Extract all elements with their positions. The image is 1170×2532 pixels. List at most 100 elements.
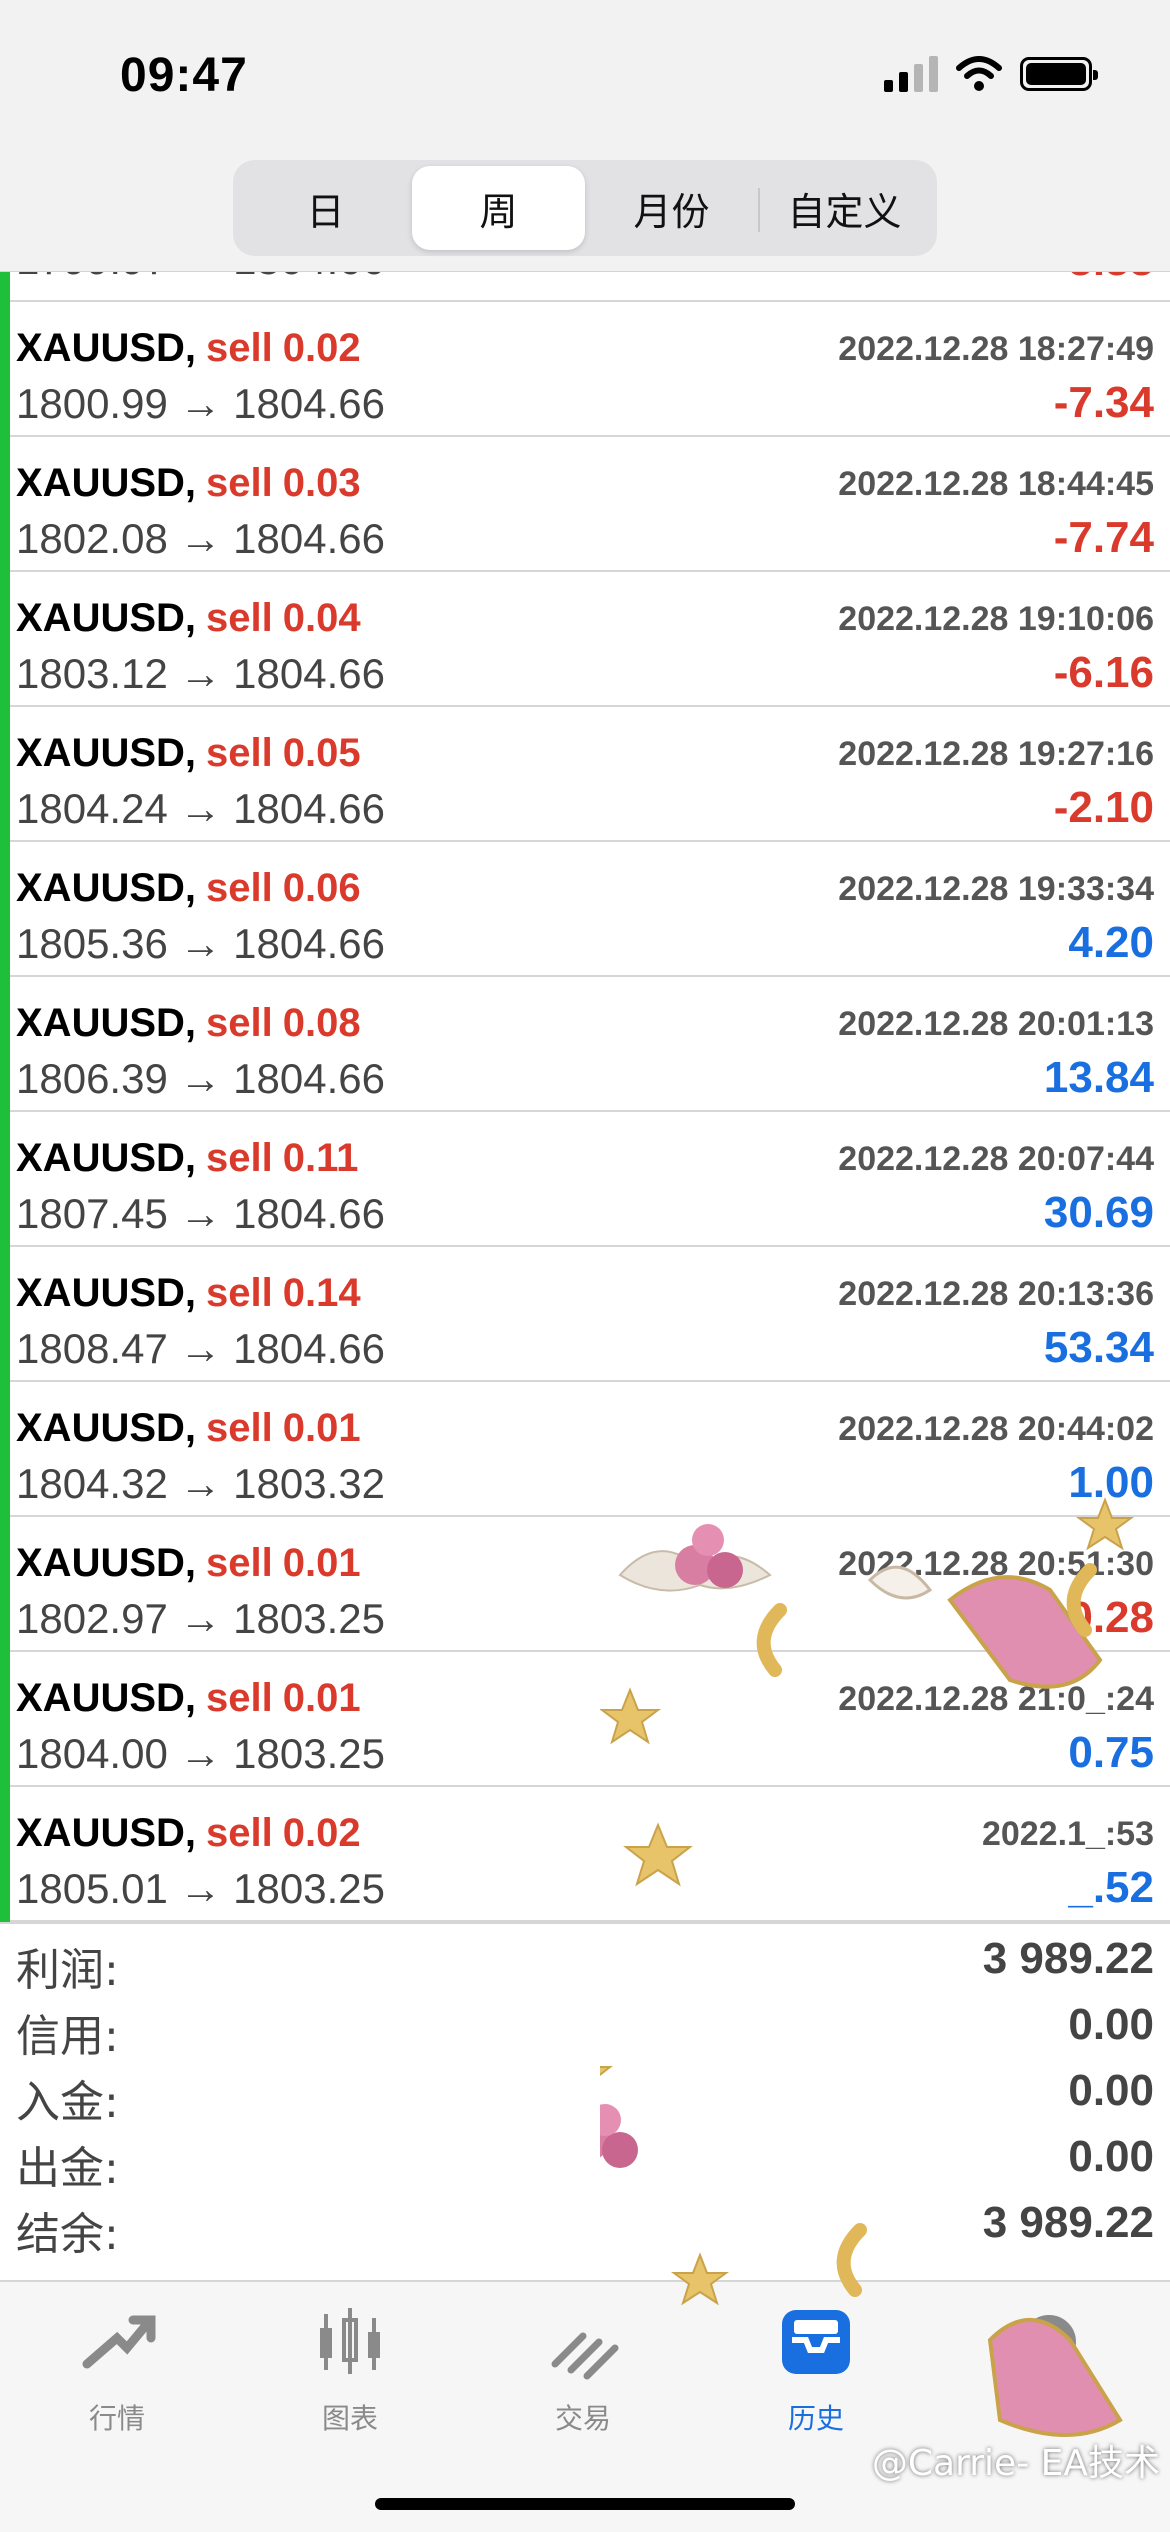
trade-prices: 1802.97 → 1803.25 (16, 1595, 385, 1642)
segment-day[interactable]: 日 (239, 166, 412, 250)
trade-time: 2022.12.28 20:07:44 (838, 1140, 1154, 1178)
trade-lot: 0.01 (282, 1406, 361, 1450)
trade-time: 2022.12.28 19:33:34 (838, 870, 1154, 908)
account-summary: 利润: 3 989.22 信用: 0.00 入金: 0.00 出金: 0.00 … (0, 1922, 1170, 2282)
segment-custom[interactable]: 自定义 (758, 166, 931, 250)
period-segmented-control: 日 周 月份 自定义 (233, 160, 937, 256)
segment-week[interactable]: 周 (412, 166, 585, 250)
trade-symbol: XAUUSD, sell 0.08 (16, 1001, 361, 1046)
table-row[interactable]: XAUUSD, sell 0.01 2022.12.28 21:0_:24 1804.0… (0, 1652, 1170, 1787)
trade-profit: 30.69 (1043, 1188, 1154, 1237)
table-row[interactable]: XAUUSD, sell 0.08 2022.12.28 20:01:13 1806.3… (0, 977, 1170, 1112)
trade-profit: 1.00 (1068, 1458, 1154, 1507)
trade-time: 2022.12.28 20:13:36 (838, 1275, 1154, 1313)
tab-chart[interactable]: 图表 (270, 2304, 430, 2454)
table-row[interactable]: XAUUSD, sell 0.05 2022.12.28 19:27:16 1804.2… (0, 707, 1170, 842)
trade-prices: 1804.24 → 1804.66 (16, 785, 385, 832)
trade-prices: 1805.36 → 1804.66 (16, 920, 385, 967)
trade-side: sell (206, 1676, 273, 1720)
trade-prices: 1805.01 → 1803.25 (16, 1865, 385, 1912)
chart-icon (320, 2308, 380, 2374)
table-row[interactable]: XAUUSD, sell 0.04 2022.12.28 19:10:06 1803.1… (0, 572, 1170, 707)
trade-profit: 13.84 (1043, 1053, 1154, 1102)
table-row[interactable]: XAUUSD, sell 0.01 2022.12.28 20:51:30 1802.9… (0, 1517, 1170, 1652)
table-row[interactable]: XAUUSD, sell 0.03 2022.12.28 18:44:45 1802.0… (0, 437, 1170, 572)
segment-month[interactable]: 月份 (585, 166, 758, 250)
symbol-text: XAUUSD, (16, 596, 197, 640)
quotes-icon (82, 2315, 156, 2369)
symbol-text: XAUUSD, (16, 1271, 197, 1315)
trade-lot: 0.06 (282, 866, 361, 910)
trade-symbol: XAUUSD, sell 0.02 (16, 1811, 361, 1856)
trade-symbol: XAUUSD, sell 0.03 (16, 461, 361, 506)
trade-side: sell (206, 1136, 273, 1180)
trade-prices: 1804.32 → 1803.32 (16, 1460, 385, 1507)
trade-time: 2022.12.28 21:0_:24 (838, 1680, 1154, 1718)
trade-symbol: XAUUSD, sell 0.01 (16, 1541, 361, 1586)
trade-lot: 0.01 (282, 1676, 361, 1720)
trade-lot: 0.04 (282, 596, 361, 640)
tab-label: 历史 (787, 2402, 844, 2435)
trade-prices: 1800.99 → 1804.66 (16, 380, 385, 427)
table-row[interactable]: XAUUSD, sell 0.02 2022.12.28 18:27:49 1800.9… (0, 302, 1170, 437)
trade-side: sell (206, 461, 273, 505)
trade-prices: 1802.08 → 1804.66 (16, 515, 385, 562)
trade-profit: -6.16 (1053, 648, 1154, 697)
summary-value: 0.00 (1068, 2066, 1154, 2115)
summary-value: 3 989.22 (982, 2198, 1154, 2247)
trade-time: 2022.12.28 20:44:02 (838, 1410, 1154, 1448)
trade-symbol: XAUUSD, sell 0.14 (16, 1271, 361, 1316)
period-selector-bar: 日 周 月份 自定义 (0, 150, 1170, 272)
watermark: @Carrie- EA技术 (871, 2443, 1160, 2484)
trade-history-list[interactable]: 1799.97 → 1804.66 -5.55 XAUUSD,sell0.022… (0, 272, 1170, 1922)
symbol-text: XAUUSD, (16, 326, 197, 370)
trade-side: sell (206, 1406, 273, 1450)
tab-history[interactable]: 历史 (736, 2304, 896, 2454)
tab-trade[interactable]: 交易 (503, 2304, 663, 2454)
trade-lot: 0.03 (282, 461, 361, 505)
trade-lot: 0.02 (282, 326, 361, 370)
symbol-text: XAUUSD, (16, 1541, 197, 1585)
trade-lot: 0.14 (282, 1271, 361, 1315)
trade-time: 2022.12.28 18:44:45 (838, 465, 1154, 503)
tab-settings[interactable]: 设置 (969, 2304, 1129, 2454)
trade-profit: 0.75 (1068, 1728, 1154, 1777)
summary-value: 3 989.22 (982, 1934, 1154, 1983)
summary-label: 出金: (16, 2143, 119, 2194)
trade-icon (551, 2332, 619, 2380)
summary-row-balance: 结余: 3 989.22 (0, 2188, 1170, 2260)
trade-prices: 1804.00 → 1803.25 (16, 1730, 385, 1777)
table-row[interactable]: XAUUSD, sell 0.01 2022.12.28 20:44:02 1804.3… (0, 1382, 1170, 1517)
table-row[interactable]: XAUUSD, sell 0.06 2022.12.28 19:33:34 1805.3… (0, 842, 1170, 977)
trade-symbol: XAUUSD, sell 0.06 (16, 866, 361, 911)
table-row[interactable]: XAUUSD, sell 0.11 2022.12.28 20:07:44 1807.4… (0, 1112, 1170, 1247)
table-row[interactable]: XAUUSD, sell 0.02 2022.1_:53 1805.01 → 1803.… (0, 1787, 1170, 1922)
table-row-partial[interactable]: 1799.97 → 1804.66 -5.55 (0, 272, 1170, 302)
bottom-tab-bar: 行情 图表 交易 历史 设置 @Carrie- EA技术 (0, 2282, 1170, 2532)
summary-label: 利润: (16, 1945, 119, 1996)
settings-icon (1022, 2315, 1076, 2369)
tab-label: 图表 (321, 2402, 378, 2435)
trade-profit: _.52 (1068, 1863, 1154, 1912)
summary-row-credit: 信用: 0.00 (0, 1990, 1170, 2062)
trade-time: 2022.12.28 19:27:16 (838, 735, 1154, 773)
trade-symbol: XAUUSD, sell 0.01 (16, 1676, 361, 1721)
trade-side: sell (206, 326, 273, 370)
trade-symbol: XAUUSD, sell 0.02 (16, 326, 361, 371)
symbol-text: XAUUSD, (16, 731, 197, 775)
wifi-icon (956, 56, 1002, 91)
table-row[interactable]: XAUUSD, sell 0.14 2022.12.28 20:13:36 1808.4… (0, 1247, 1170, 1382)
tab-label: 设置 (1020, 2402, 1077, 2435)
summary-row-deposit: 入金: 0.00 (0, 2056, 1170, 2128)
tab-quotes[interactable]: 行情 (37, 2304, 197, 2454)
symbol-text: XAUUSD, (16, 866, 197, 910)
summary-label: 结余: (16, 2209, 119, 2260)
trade-prices: 1803.12 → 1804.66 (16, 650, 385, 697)
trade-side: sell (206, 1001, 273, 1045)
trade-side: sell (206, 1811, 273, 1855)
trade-side: sell (206, 866, 273, 910)
summary-label: 入金: (16, 2077, 119, 2128)
trade-side: sell (206, 1541, 273, 1585)
trade-lot: 0.05 (282, 731, 361, 775)
tab-label: 行情 (88, 2402, 145, 2435)
